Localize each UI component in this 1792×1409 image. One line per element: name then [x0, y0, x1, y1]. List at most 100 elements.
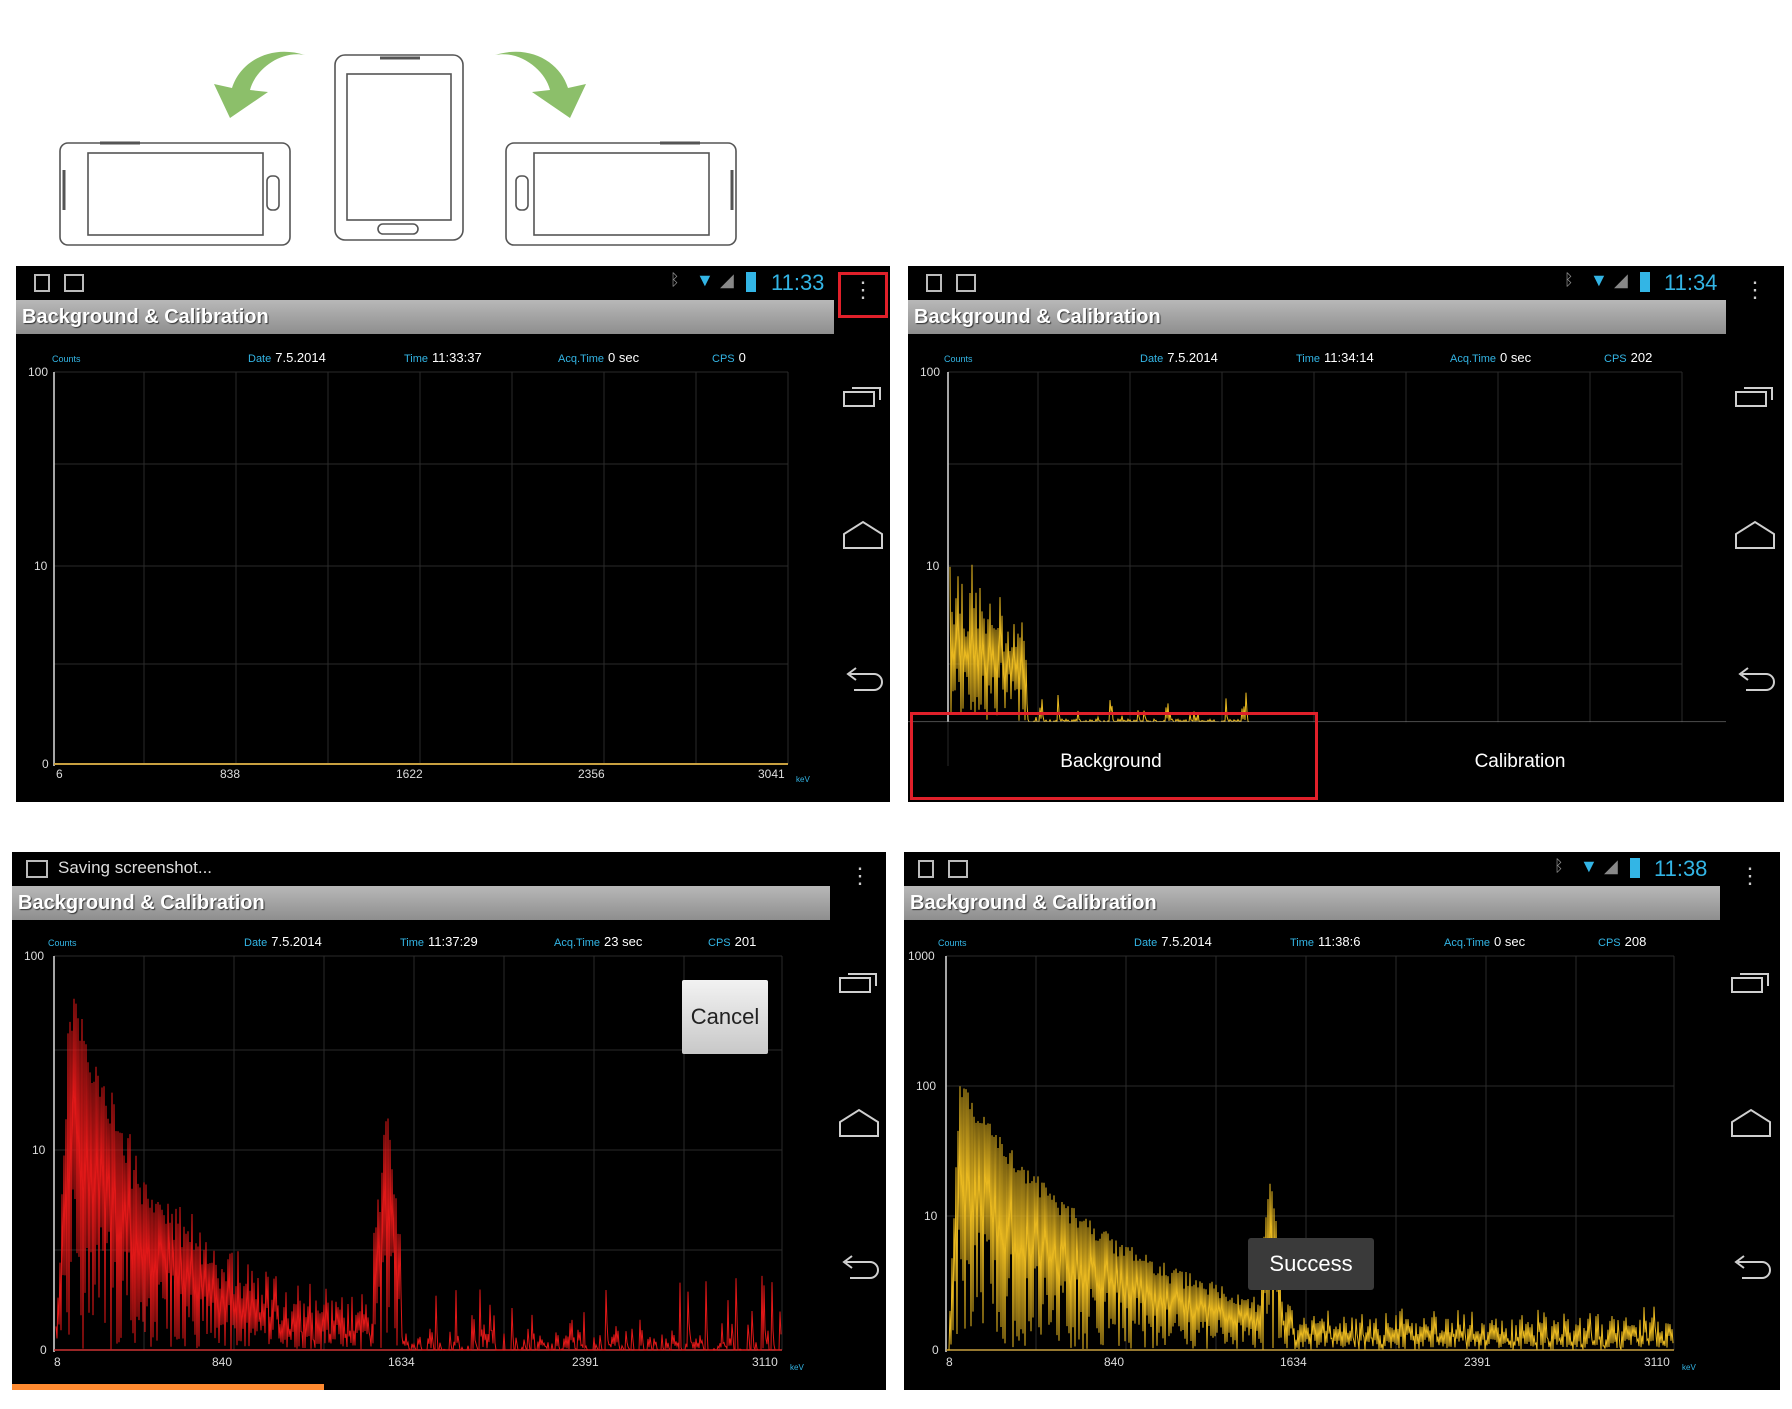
acquisition-progress-bar — [12, 1384, 324, 1390]
recent-apps-icon[interactable] — [842, 382, 884, 412]
kev-label: keV — [790, 1363, 804, 1372]
notification-icon — [34, 274, 50, 292]
app-title: Background & Calibration — [904, 886, 1720, 920]
kev-label: keV — [1682, 1363, 1696, 1372]
y-tick: 1000 — [908, 949, 935, 963]
rotate-right-arrow-icon — [495, 51, 586, 118]
x-tick: 1622 — [396, 767, 423, 781]
y-tick: 10 — [926, 559, 940, 573]
x-tick: 1634 — [388, 1355, 415, 1369]
background-item-highlight — [910, 712, 1318, 800]
recent-apps-icon[interactable] — [1734, 382, 1776, 412]
y-tick: 10 — [32, 1143, 46, 1157]
home-icon[interactable] — [842, 520, 884, 550]
back-icon[interactable] — [842, 664, 884, 694]
status-bar: Saving screenshot... — [12, 852, 886, 886]
image-notification-icon — [26, 860, 48, 878]
battery-icon — [746, 272, 756, 292]
screen-2: ᛒ ▼ ◢ 11:34 Background & Calibration ⋮ C… — [908, 266, 1784, 802]
wifi-icon: ▼ — [696, 270, 714, 290]
spectrum-chart: 1000 100 10 0 8 840 1634 2391 3110 keV — [908, 949, 1696, 1372]
image-notification-icon — [956, 274, 976, 292]
rotate-left-arrow-icon — [214, 51, 305, 118]
x-tick: 8 — [946, 1355, 953, 1369]
battery-icon — [1640, 272, 1650, 292]
overflow-menu-button[interactable]: ⋮ — [848, 862, 872, 890]
cancel-button[interactable]: Cancel — [682, 980, 768, 1054]
plot-area: Counts Date 7.5.2014 Time 11:38:6 Acq.Time… — [904, 920, 1720, 1390]
phone-landscape-right-icon — [505, 141, 737, 246]
kev-label: keV — [796, 775, 810, 784]
plot-area: Counts Date 7.5.2014 Time 11:33:37 Acq.Tim… — [16, 334, 832, 802]
x-tick: 2391 — [572, 1355, 599, 1369]
app-title: Background & Calibration — [908, 300, 1726, 334]
image-notification-icon — [64, 274, 84, 292]
signal-icon: ◢ — [1614, 270, 1628, 290]
x-tick: 1634 — [1280, 1355, 1307, 1369]
overflow-menu-button[interactable]: ⋮ — [851, 276, 875, 304]
bluetooth-icon: ᛒ — [1564, 272, 1574, 289]
navigation-bar — [1722, 920, 1780, 1390]
phone-portrait-icon — [334, 54, 464, 241]
spectrum-trace — [948, 1086, 1674, 1351]
overflow-menu-button[interactable]: ⋮ — [1743, 276, 1767, 304]
wifi-icon: ▼ — [1590, 270, 1608, 290]
back-icon[interactable] — [838, 1252, 880, 1282]
wifi-icon: ▼ — [1580, 856, 1598, 876]
status-time: 11:33 — [771, 270, 825, 295]
app-title: Background & Calibration — [12, 886, 830, 920]
spectrum-trace — [949, 564, 1250, 724]
navigation-bar — [834, 334, 890, 802]
status-bar: ᛒ ▼ ◢ 11:33 — [16, 266, 890, 300]
signal-icon: ◢ — [1604, 856, 1618, 876]
app-title: Background & Calibration — [16, 300, 834, 334]
home-icon[interactable] — [838, 1108, 880, 1138]
calibration-menu-item[interactable]: Calibration — [1314, 722, 1726, 802]
bluetooth-icon: ᛒ — [670, 272, 680, 289]
notification-icon — [918, 860, 934, 878]
y-tick: 100 — [916, 1079, 936, 1093]
x-tick: 2391 — [1464, 1355, 1491, 1369]
notification-icon — [926, 274, 942, 292]
battery-icon — [1630, 858, 1640, 878]
back-icon[interactable] — [1734, 664, 1776, 694]
x-tick: 6 — [56, 767, 63, 781]
rotation-illustration — [59, 51, 737, 246]
status-time: 11:38 — [1654, 856, 1708, 881]
screen-3: Saving screenshot... Background & Calibr… — [12, 852, 886, 1390]
x-tick: 838 — [220, 767, 240, 781]
status-bar: ᛒ ▼ ◢ 11:38 — [904, 852, 1780, 886]
phone-landscape-left-icon — [59, 141, 291, 246]
signal-icon: ◢ — [720, 270, 734, 290]
x-tick: 8 — [54, 1355, 61, 1369]
recent-apps-icon[interactable] — [838, 968, 880, 998]
x-tick: 3041 — [758, 767, 785, 781]
y-tick: 0 — [932, 1343, 939, 1357]
x-tick: 3110 — [1644, 1355, 1670, 1369]
screen-1: ᛒ ▼ ◢ 11:33 Background & Calibration ⋮ C… — [16, 266, 890, 802]
y-tick: 10 — [34, 559, 48, 573]
navigation-bar — [1726, 334, 1784, 802]
recent-apps-icon[interactable] — [1730, 968, 1772, 998]
y-tick: 0 — [40, 1343, 47, 1357]
x-tick: 2356 — [578, 767, 605, 781]
bluetooth-icon: ᛒ — [1554, 858, 1564, 875]
success-toast: Success — [1248, 1238, 1374, 1290]
status-bar: ᛒ ▼ ◢ 11:34 — [908, 266, 1784, 300]
home-icon[interactable] — [1730, 1108, 1772, 1138]
x-tick: 840 — [212, 1355, 232, 1369]
y-tick: 10 — [924, 1209, 938, 1223]
image-notification-icon — [948, 860, 968, 878]
y-tick: 100 — [24, 949, 44, 963]
back-icon[interactable] — [1730, 1252, 1772, 1282]
x-tick: 840 — [1104, 1355, 1124, 1369]
y-tick: 0 — [42, 757, 49, 771]
navigation-bar — [830, 920, 886, 1390]
y-tick: 100 — [920, 365, 940, 379]
status-time: 11:34 — [1664, 270, 1718, 295]
overflow-menu-button[interactable]: ⋮ — [1738, 862, 1762, 890]
x-tick: 3110 — [752, 1355, 778, 1369]
spectrum-chart: 100 10 0 6 838 1622 2356 3041 keV — [28, 365, 810, 784]
y-tick: 100 — [28, 365, 48, 379]
home-icon[interactable] — [1734, 520, 1776, 550]
